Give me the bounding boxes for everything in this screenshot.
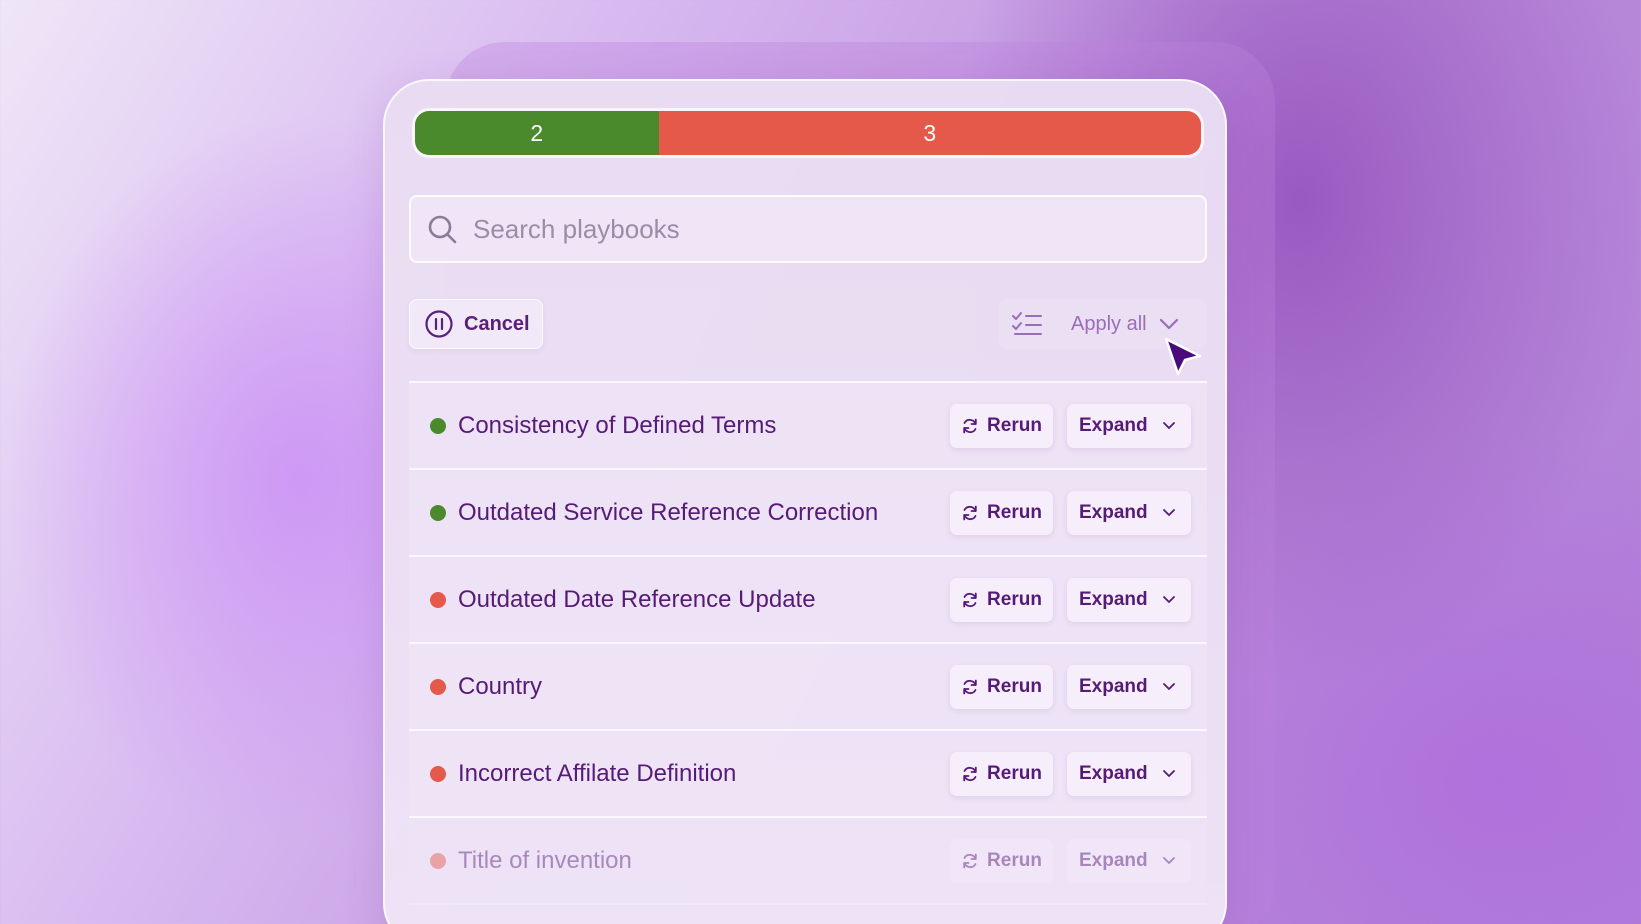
playbook-list: Consistency of Defined Terms Rerun Expand O… — [409, 381, 1207, 905]
pause-circle-icon — [425, 310, 453, 338]
expand-button[interactable]: Expand — [1067, 403, 1191, 448]
status-dot — [430, 504, 446, 521]
playbook-title: Outdated Date Reference Update — [458, 585, 816, 613]
chevron-down-icon — [1162, 682, 1175, 690]
playbook-row[interactable]: Outdated Service Reference Correction Rer… — [409, 470, 1207, 557]
rerun-button[interactable]: Rerun — [950, 577, 1053, 622]
chevron-down-icon — [1159, 318, 1178, 330]
rerun-button[interactable]: Rerun — [950, 751, 1053, 796]
playbooks-panel: 2 3 Cancel Apply all — [383, 79, 1227, 924]
refresh-icon — [963, 592, 977, 607]
chevron-down-icon — [1162, 856, 1175, 864]
rerun-button[interactable]: Rerun — [950, 403, 1053, 448]
expand-label: Expand — [1079, 849, 1148, 871]
expand-button[interactable]: Expand — [1067, 838, 1191, 883]
playbook-title: Outdated Service Reference Correction — [458, 498, 879, 526]
expand-label: Expand — [1079, 414, 1148, 436]
status-dot — [430, 678, 446, 695]
refresh-icon — [963, 505, 977, 520]
search-input[interactable] — [473, 213, 1173, 245]
search-icon — [428, 215, 457, 244]
rerun-label: Rerun — [987, 588, 1042, 610]
playbook-title: Title of invention — [458, 846, 632, 874]
refresh-icon — [963, 853, 977, 868]
failed-segment: 3 — [658, 111, 1201, 155]
failed-count: 3 — [923, 119, 937, 146]
results-progress-bar: 2 3 — [415, 111, 1201, 155]
playbook-row[interactable]: Incorrect Affilate Definition Rerun Expand — [409, 731, 1207, 818]
rerun-button[interactable]: Rerun — [950, 838, 1053, 883]
expand-button[interactable]: Expand — [1067, 664, 1191, 709]
chevron-down-icon — [1162, 595, 1175, 603]
chevron-down-icon — [1162, 508, 1175, 516]
search-box[interactable] — [409, 195, 1207, 263]
rerun-label: Rerun — [987, 675, 1042, 697]
expand-label: Expand — [1079, 762, 1148, 784]
rerun-label: Rerun — [987, 501, 1042, 523]
rerun-button[interactable]: Rerun — [950, 490, 1053, 535]
mouse-cursor-icon — [1164, 337, 1202, 376]
playbook-row[interactable]: Outdated Date Reference Update Rerun Expan… — [409, 557, 1207, 644]
expand-button[interactable]: Expand — [1067, 751, 1191, 796]
playbook-title: Incorrect Affilate Definition — [458, 759, 737, 787]
expand-button[interactable]: Expand — [1067, 490, 1191, 535]
cancel-button[interactable]: Cancel — [409, 299, 543, 349]
playbook-title: Consistency of Defined Terms — [458, 411, 777, 439]
playbook-row[interactable]: Country Rerun Expand — [409, 644, 1207, 731]
status-dot — [430, 852, 446, 869]
playbook-row[interactable]: Consistency of Defined Terms Rerun Expand — [409, 383, 1207, 470]
rerun-button[interactable]: Rerun — [950, 664, 1053, 709]
expand-button[interactable]: Expand — [1067, 577, 1191, 622]
rerun-label: Rerun — [987, 849, 1042, 871]
passed-segment: 2 — [415, 111, 659, 155]
rerun-label: Rerun — [987, 414, 1042, 436]
apply-all-label: Apply all — [1071, 312, 1147, 335]
expand-label: Expand — [1079, 501, 1148, 523]
status-dot — [430, 765, 446, 782]
refresh-icon — [963, 766, 977, 781]
chevron-down-icon — [1162, 421, 1175, 429]
refresh-icon — [963, 418, 977, 433]
refresh-icon — [963, 679, 977, 694]
status-dot — [430, 591, 446, 608]
checklist-icon — [1012, 312, 1042, 335]
rerun-label: Rerun — [987, 762, 1042, 784]
expand-label: Expand — [1079, 588, 1148, 610]
expand-label: Expand — [1079, 675, 1148, 697]
chevron-down-icon — [1162, 769, 1175, 777]
passed-count: 2 — [530, 119, 544, 146]
cancel-label: Cancel — [464, 312, 530, 335]
playbook-row[interactable]: Title of invention Rerun Expand — [409, 818, 1207, 905]
playbook-title: Country — [458, 672, 543, 700]
status-dot — [430, 417, 446, 434]
